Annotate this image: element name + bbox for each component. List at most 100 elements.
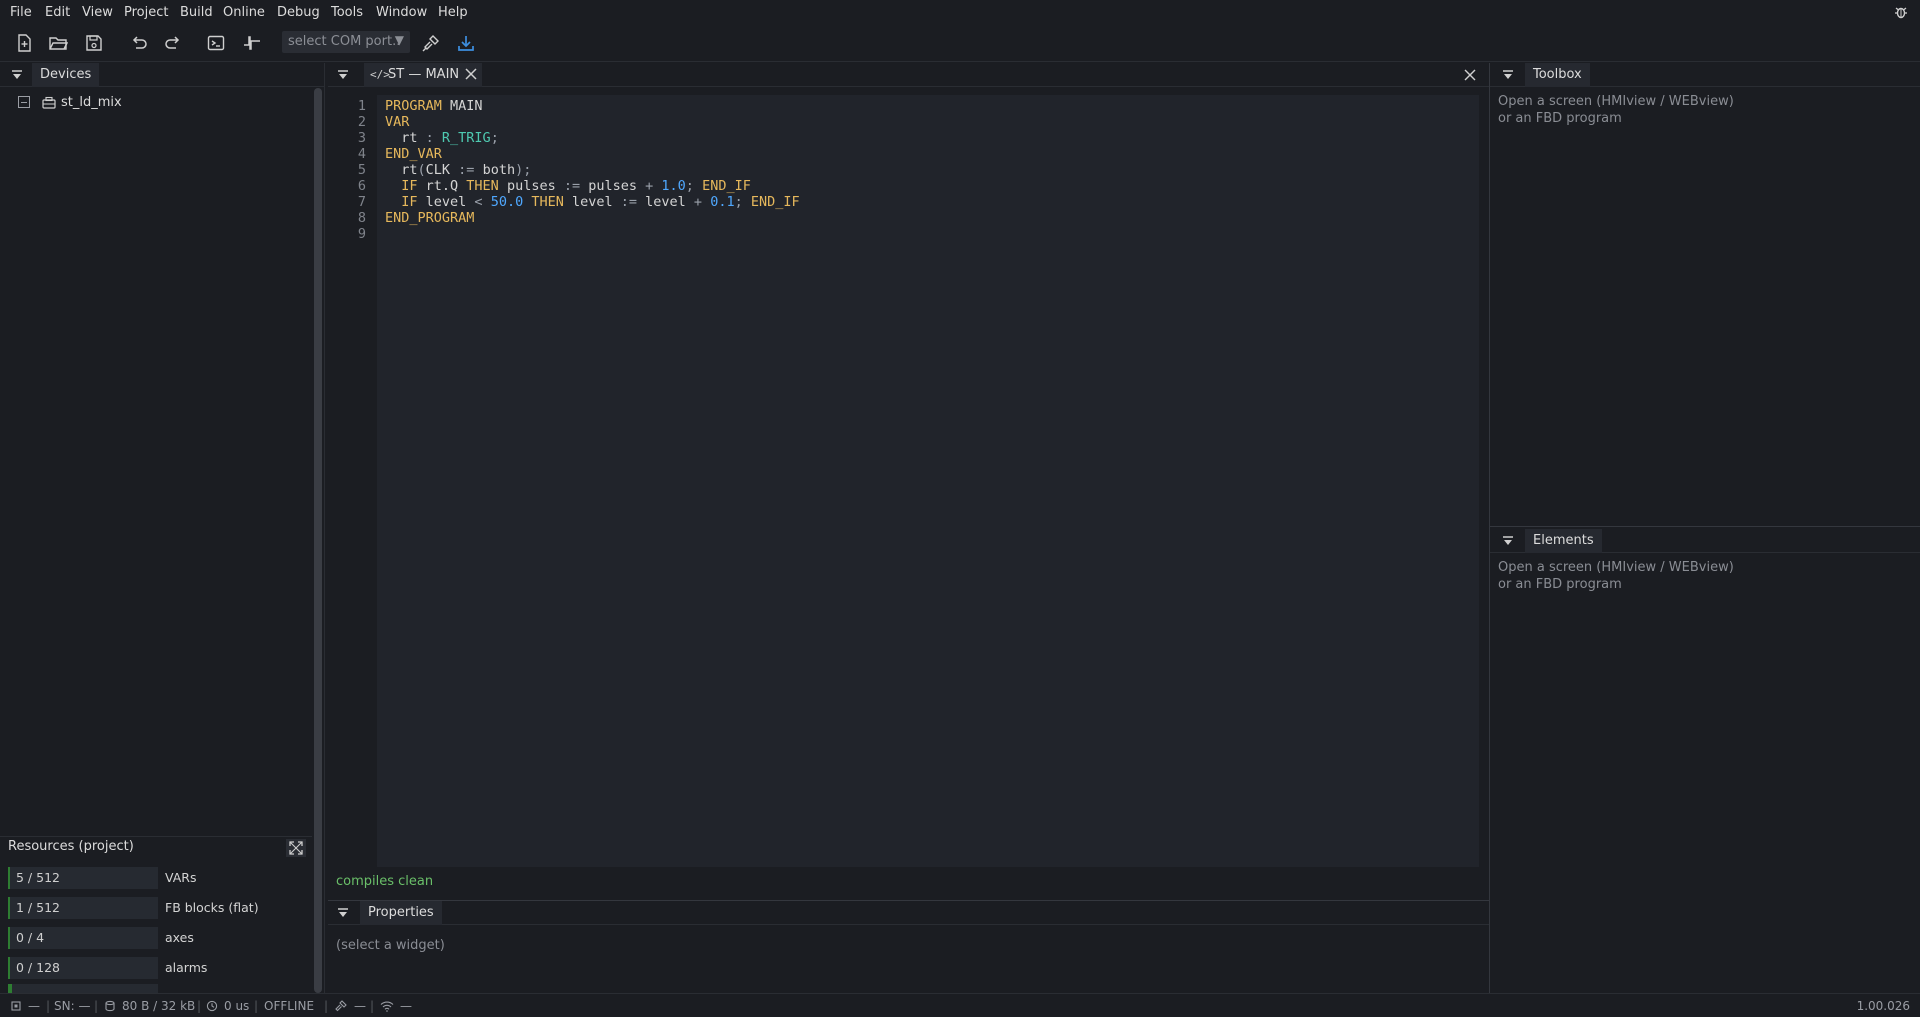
terminal-icon[interactable]	[206, 33, 228, 55]
connect-plug-icon[interactable]	[421, 33, 443, 55]
separator: |	[254, 999, 259, 1013]
divider	[0, 836, 312, 837]
code-token: PROGRAM	[385, 98, 442, 114]
signal-trace-icon[interactable]	[242, 33, 264, 55]
menu-file[interactable]: File	[10, 5, 32, 20]
properties-tab[interactable]: Properties	[360, 901, 442, 925]
properties-panel: Properties (select a widget)	[328, 900, 1489, 993]
menu-debug[interactable]: Debug	[277, 5, 320, 20]
toolbox-hint-line1: Open a screen (HMIview / WEBview)	[1498, 94, 1734, 109]
redo-icon[interactable]	[163, 33, 185, 55]
app-version: 1.00.026	[1856, 999, 1910, 1013]
code-line[interactable]: VAR	[385, 114, 409, 130]
tree-item-st-ld-mix[interactable]: st_ld_mix	[61, 95, 122, 110]
divider	[1490, 526, 1920, 527]
code-token: pulses	[498, 178, 564, 194]
toolbox-hint-line2: or an FBD program	[1498, 111, 1622, 126]
dock-menu-icon[interactable]	[1501, 534, 1515, 548]
menu-view[interactable]: View	[82, 5, 113, 20]
line-number: 7	[357, 194, 366, 210]
menu-help[interactable]: Help	[438, 5, 468, 20]
toolbox-tab[interactable]: Toolbox	[1525, 63, 1590, 87]
bug-icon[interactable]	[1894, 5, 1908, 19]
code-token: <	[474, 194, 483, 210]
dock-menu-icon[interactable]	[336, 68, 350, 82]
code-line[interactable]: PROGRAM MAIN	[385, 98, 483, 114]
code-token: :=	[563, 178, 581, 194]
memory-usage: 80 B / 32 kB	[122, 999, 196, 1013]
code-token: level	[417, 194, 475, 210]
code-line[interactable]: END_PROGRAM	[385, 210, 474, 226]
devices-tab[interactable]: Devices	[32, 63, 100, 87]
code-line[interactable]: rt : R_TRIG;	[385, 130, 499, 146]
separator: |	[46, 999, 51, 1013]
menu-bar: File Edit View Project Build Online Debu…	[0, 0, 1920, 26]
code-token: :=	[458, 162, 475, 178]
expand-icon[interactable]	[286, 839, 306, 857]
tree-collapse-toggle[interactable]	[18, 96, 30, 108]
code-token: 0.1	[702, 194, 735, 210]
elements-tab[interactable]: Elements	[1525, 529, 1602, 553]
tab-st-main[interactable]: </> ST — MAIN	[364, 63, 482, 87]
menu-window[interactable]: Window	[376, 5, 427, 20]
line-number: 9	[357, 226, 366, 242]
code-token: THEN	[523, 194, 564, 210]
code-line[interactable]: IF level < 50.0 THEN level := level + 0.…	[385, 194, 800, 210]
menu-tools[interactable]: Tools	[331, 5, 363, 20]
serial-number: SN: —	[54, 999, 91, 1013]
code-token: +	[693, 194, 703, 210]
resource-value: 1 / 512	[8, 897, 158, 919]
com-port-placeholder: select COM port..	[288, 34, 401, 49]
separator: |	[324, 999, 329, 1013]
undo-icon[interactable]	[129, 33, 151, 55]
code-editor[interactable]	[377, 95, 1479, 867]
code-token: rt	[385, 162, 418, 178]
clock-icon	[206, 1000, 218, 1012]
new-file-icon[interactable]	[14, 33, 36, 55]
line-number: 2	[357, 114, 366, 130]
editor-tab-bar: </> ST — MAIN	[328, 63, 1489, 87]
dock-menu-icon[interactable]	[1501, 68, 1515, 82]
close-tab-icon[interactable]	[464, 67, 478, 81]
devices-scrollbar[interactable]	[314, 88, 322, 993]
resource-label: alarms	[165, 960, 208, 975]
code-token: IF	[385, 194, 418, 210]
com-port-select[interactable]: select COM port.. ▼	[282, 31, 410, 53]
open-folder-icon[interactable]	[48, 33, 70, 55]
code-token: IF	[385, 178, 418, 194]
properties-header: Properties	[328, 901, 1489, 925]
elements-header: Elements	[1490, 529, 1920, 553]
plc-mode: OFFLINE	[264, 999, 315, 1013]
line-number: 8	[357, 210, 366, 226]
download-icon[interactable]	[456, 33, 478, 55]
save-icon[interactable]	[84, 33, 106, 55]
menu-build[interactable]: Build	[180, 5, 213, 20]
resources-title: Resources (project)	[8, 839, 134, 854]
dock-menu-icon[interactable]	[336, 906, 350, 920]
menu-project[interactable]: Project	[124, 5, 168, 20]
code-token: );	[515, 162, 532, 178]
code-line[interactable]: IF rt.Q THEN pulses := pulses + 1.0; END…	[385, 178, 751, 194]
code-line[interactable]: rt(CLK := both);	[385, 162, 531, 178]
code-token: rt	[385, 130, 426, 146]
menu-online[interactable]: Online	[223, 5, 265, 20]
elements-hint-line2: or an FBD program	[1498, 577, 1622, 592]
menu-edit[interactable]: Edit	[45, 5, 70, 20]
resource-row-partial	[8, 984, 158, 993]
code-token: MAIN	[441, 98, 483, 114]
link-plug-icon	[334, 1000, 347, 1012]
close-editor-icon[interactable]	[1463, 68, 1477, 82]
collapse-minus-icon	[21, 102, 27, 103]
connection-status: —	[28, 999, 40, 1013]
code-line[interactable]: END_VAR	[385, 146, 442, 162]
right-dock: Toolbox Open a screen (HMIview / WEBview…	[1489, 63, 1920, 993]
resource-value: 0 / 128	[8, 957, 158, 979]
device-icon	[42, 96, 56, 110]
line-number: 5	[357, 162, 366, 178]
code-token: END_IF	[742, 194, 800, 210]
code-token: rt.Q	[417, 178, 467, 194]
separator: |	[197, 999, 202, 1013]
code-token: :	[425, 130, 434, 146]
dock-menu-icon[interactable]	[10, 68, 24, 82]
status-bar: — | SN: — | 80 B / 32 kB | 0 us | OFFLIN…	[0, 993, 1920, 1017]
